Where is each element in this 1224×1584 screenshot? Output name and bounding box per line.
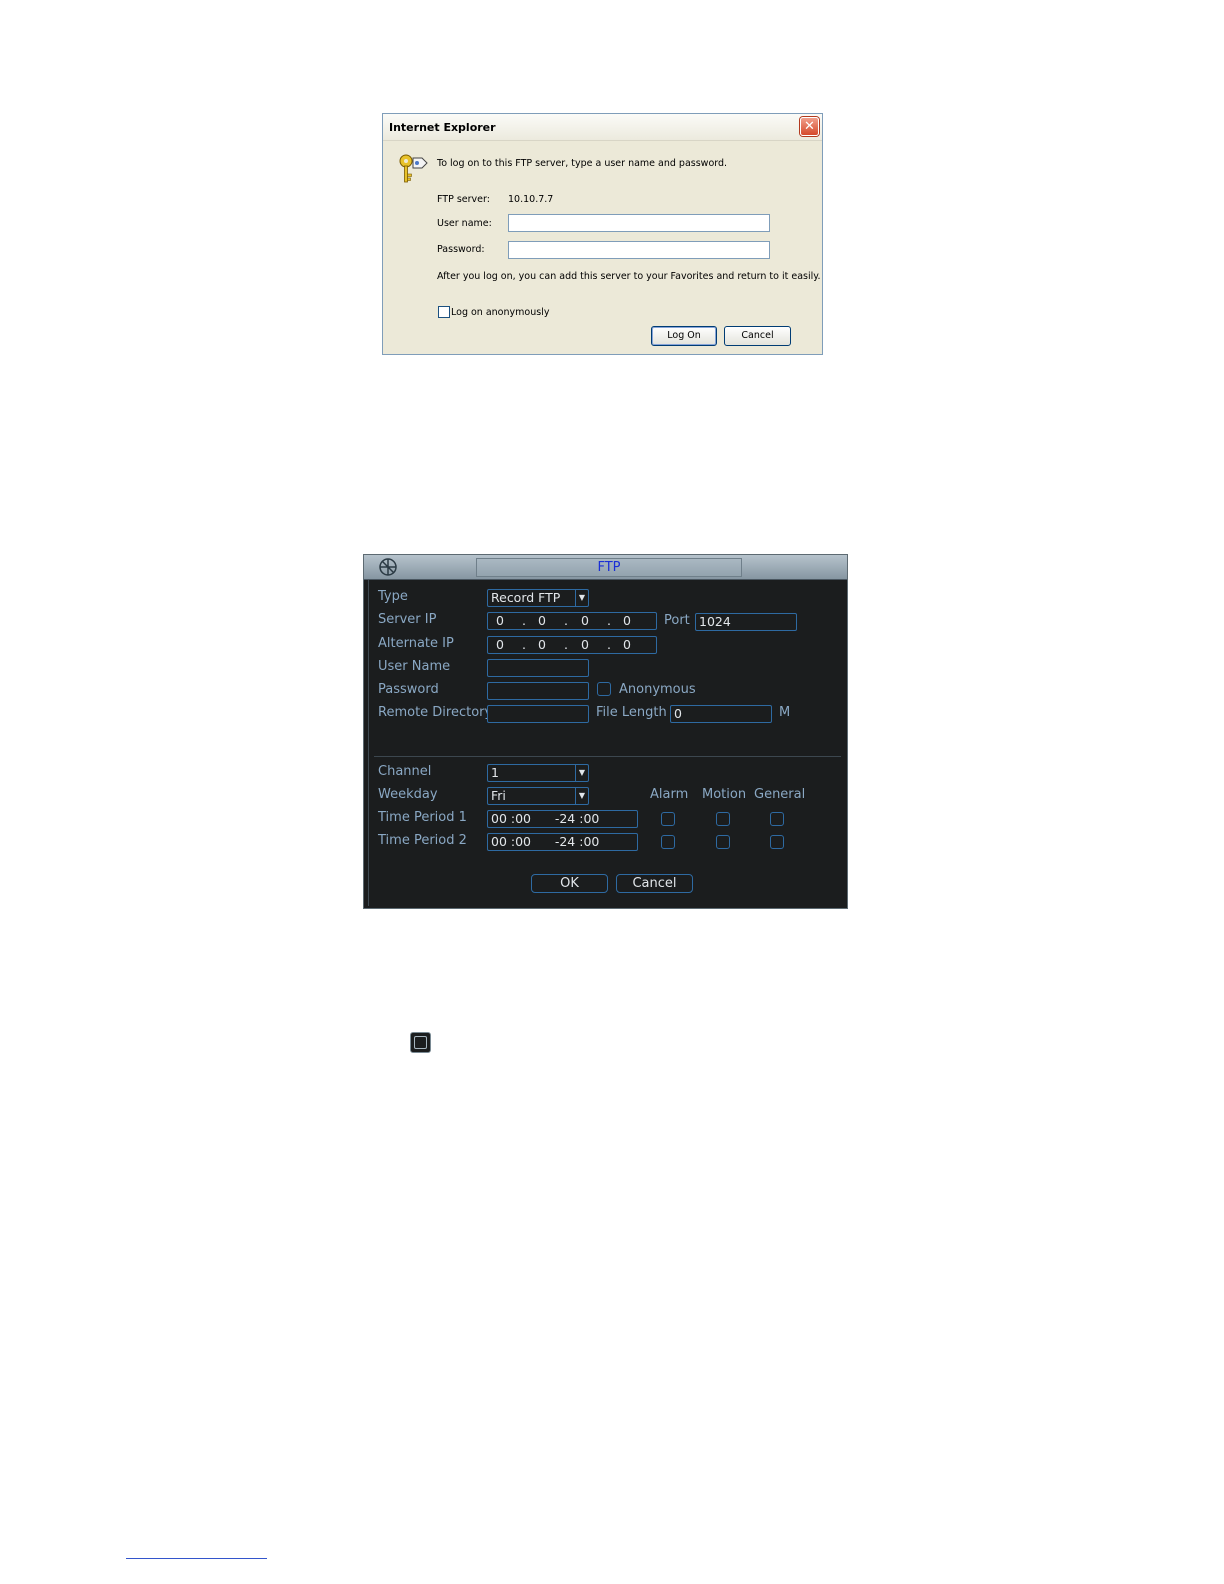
ip-dot: . [564,613,568,628]
alarm-column-header: Alarm [650,787,689,802]
ftp-server-label: FTP server: [437,194,490,205]
section-divider [374,756,841,757]
password-label: Password: [437,244,485,255]
checkbox-icon [410,1032,431,1053]
ip-octet: 0 [623,637,631,652]
username-label: User name: [437,218,492,229]
type-label: Type [378,589,408,604]
ip-dot: . [607,637,611,652]
channel-label: Channel [378,764,432,779]
anonymous-label: Log on anonymously [451,307,550,318]
ip-octet: 0 [581,613,589,628]
alternate-ip-input[interactable]: 0 . 0 . 0 . 0 [487,636,657,654]
time-period-1-input[interactable]: 00 :00 -24 :00 [487,810,638,828]
ie-info-text: After you log on, you can add this serve… [437,271,821,282]
type-dropdown[interactable]: Record FTP ▼ [487,589,589,607]
chevron-down-icon: ▼ [575,765,588,781]
user-name-input[interactable] [487,659,589,677]
port-label: Port [664,613,690,628]
ok-button[interactable]: OK [531,874,608,893]
chevron-down-icon: ▼ [575,788,588,804]
anonymous-label: Anonymous [619,682,696,697]
file-length-label: File Length [596,705,667,720]
ie-dialog-title: Internet Explorer [389,121,496,134]
alarm-checkbox-1[interactable] [661,812,675,826]
ftp-title: FTP [476,558,742,577]
ie-titlebar: Internet Explorer ✕ [383,114,822,141]
remote-directory-input[interactable] [487,705,589,723]
alternate-ip-label: Alternate IP [378,636,454,651]
ip-octet: 0 [623,613,631,628]
server-ip-label: Server IP [378,612,437,627]
port-input[interactable]: 1024 [695,613,797,631]
footnote-divider [126,1558,267,1559]
weekday-value: Fri [491,788,506,803]
panel-edge-line [368,580,369,906]
password-input[interactable] [487,682,589,700]
anonymous-checkbox[interactable] [597,682,611,696]
general-checkbox-2[interactable] [770,835,784,849]
ip-octet: 0 [496,613,504,628]
file-length-unit: M [779,705,791,720]
password-input[interactable] [508,241,770,259]
weekday-dropdown[interactable]: Fri ▼ [487,787,589,805]
dvr-logo-icon [379,558,397,576]
remote-directory-label: Remote Directory [378,705,493,720]
ip-dot: . [607,613,611,628]
time-period-1-label: Time Period 1 [378,810,467,825]
logon-button[interactable]: Log On [651,326,717,346]
keys-icon [399,154,428,183]
chevron-down-icon: ▼ [575,590,588,606]
server-ip-input[interactable]: 0 . 0 . 0 . 0 [487,612,657,630]
time-period-2-label: Time Period 2 [378,833,467,848]
type-value: Record FTP [491,590,561,605]
alarm-checkbox-2[interactable] [661,835,675,849]
ip-octet: 0 [496,637,504,652]
user-name-label: User Name [378,659,451,674]
channel-dropdown[interactable]: 1 ▼ [487,764,589,782]
password-label: Password [378,682,439,697]
ip-dot: . [564,637,568,652]
general-checkbox-1[interactable] [770,812,784,826]
username-input[interactable] [508,214,770,232]
motion-checkbox-1[interactable] [716,812,730,826]
motion-checkbox-2[interactable] [716,835,730,849]
ip-octet: 0 [538,613,546,628]
ftp-settings-panel: FTP Type Record FTP ▼ Server IP 0 . 0 . … [363,554,848,909]
channel-value: 1 [491,765,499,780]
ie-login-dialog: Internet Explorer ✕ To log on to this FT… [382,113,823,355]
file-length-input[interactable]: 0 [670,705,772,723]
ie-cancel-button[interactable]: Cancel [724,326,791,346]
time-period-2-input[interactable]: 00 :00 -24 :00 [487,833,638,851]
ip-dot: . [522,613,526,628]
ftp-cancel-button[interactable]: Cancel [616,874,693,893]
anonymous-checkbox[interactable] [438,306,450,318]
ftp-server-value: 10.10.7.7 [508,194,554,205]
ip-octet: 0 [538,637,546,652]
ftp-titlebar: FTP [364,555,847,580]
general-column-header: General [754,787,806,802]
ip-octet: 0 [581,637,589,652]
motion-column-header: Motion [702,787,747,802]
ie-prompt-text: To log on to this FTP server, type a use… [437,158,728,169]
ip-dot: . [522,637,526,652]
close-icon[interactable]: ✕ [800,117,819,136]
weekday-label: Weekday [378,787,438,802]
